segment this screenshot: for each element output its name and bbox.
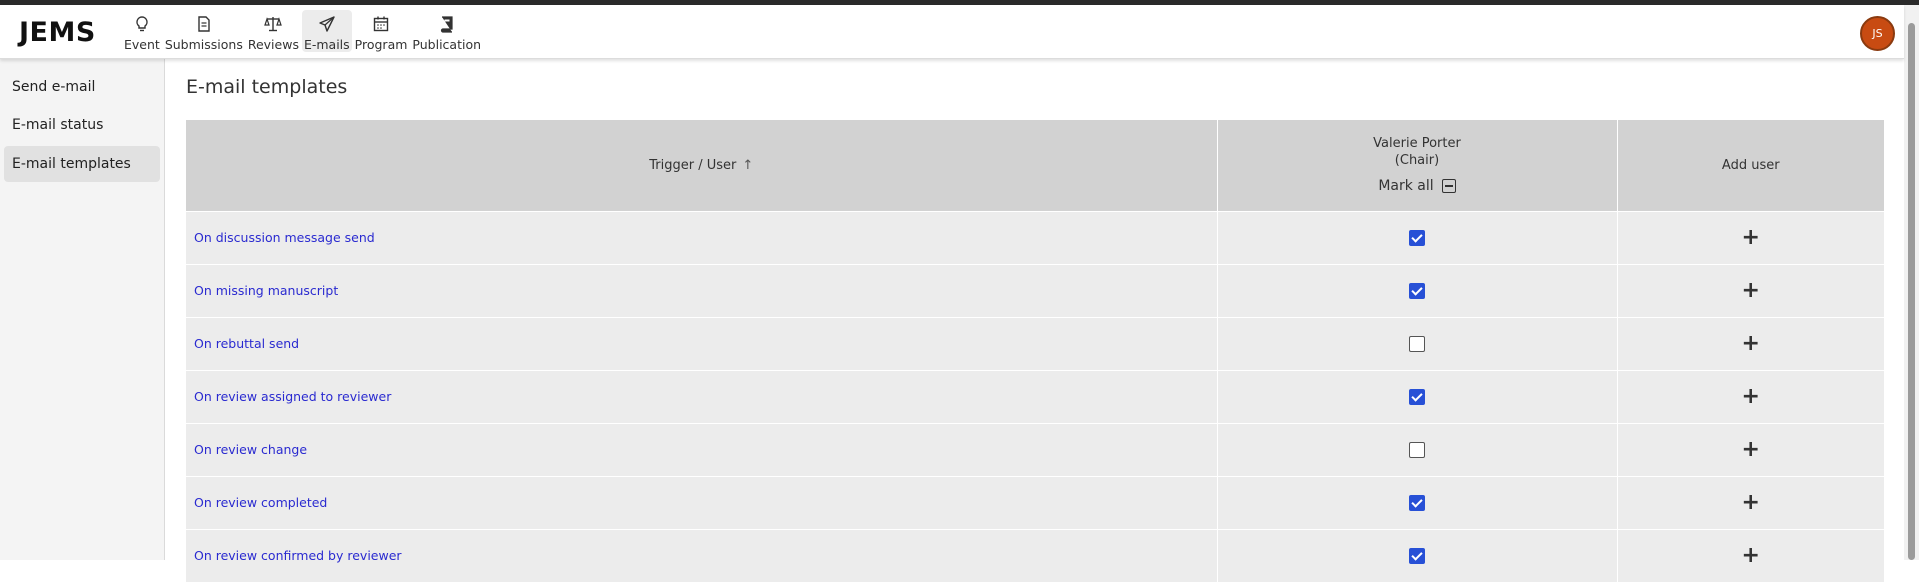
book-icon — [440, 16, 453, 33]
checkbox-checked[interactable] — [1409, 282, 1425, 299]
trigger-link[interactable]: On missing manuscript — [186, 263, 1218, 317]
document-icon — [198, 16, 210, 32]
scrollbar-thumb[interactable] — [1908, 23, 1915, 560]
sort-ascending-icon[interactable]: ↑ — [742, 158, 753, 173]
sidebar-item-send-email[interactable]: Send e-mail — [4, 69, 160, 105]
plus-icon[interactable]: + — [1742, 385, 1760, 408]
trigger-user-column-header[interactable]: Trigger / User ↑ — [186, 120, 1218, 211]
trigger-user-header-label: Trigger / User — [649, 157, 737, 173]
plus-icon[interactable]: + — [1742, 438, 1760, 461]
calendar-icon — [373, 16, 389, 32]
plus-icon[interactable]: + — [1742, 332, 1760, 355]
table-row: On review assigned to reviewer + — [186, 369, 1884, 423]
checkbox-checked[interactable] — [1409, 229, 1425, 246]
trigger-link[interactable]: On review change — [186, 422, 1218, 476]
plus-icon[interactable]: + — [1742, 279, 1760, 302]
app-logo[interactable]: JEMS — [19, 17, 96, 48]
sidebar-item-email-templates[interactable]: E-mail templates — [4, 146, 160, 182]
add-cell: + — [1617, 369, 1884, 423]
plus-icon[interactable]: + — [1742, 544, 1760, 567]
table-row: On review completed + — [186, 475, 1884, 529]
trigger-link[interactable]: On review confirmed by reviewer — [186, 528, 1218, 582]
trigger-link[interactable]: On review completed — [186, 475, 1218, 529]
nav-item-submissions[interactable]: Submissions — [163, 10, 245, 52]
page-title: E-mail templates — [186, 76, 348, 98]
table-row: On review confirmed by reviewer + — [186, 528, 1884, 582]
checkbox-cell — [1217, 210, 1618, 264]
nav-label: Reviews — [247, 37, 299, 52]
mark-all-label: Mark all — [1378, 178, 1434, 195]
trigger-link[interactable]: On review assigned to reviewer — [186, 369, 1218, 423]
add-cell: + — [1617, 475, 1884, 529]
table-row: On discussion message send + — [186, 210, 1884, 264]
nav-item-event[interactable]: Event — [122, 10, 162, 52]
table-row: On missing manuscript + — [186, 263, 1884, 317]
main-nav: Event Submissions Reviews E-mails Progra… — [122, 10, 484, 52]
table-row: On review change + — [186, 422, 1884, 476]
checkbox-cell — [1217, 475, 1618, 529]
checkbox-cell — [1217, 263, 1618, 317]
add-cell: + — [1617, 263, 1884, 317]
indeterminate-checkbox-icon[interactable] — [1441, 179, 1456, 194]
user-name: Valerie Porter — [1373, 136, 1461, 152]
checkbox-unchecked[interactable] — [1409, 335, 1425, 352]
nav-item-reviews[interactable]: Reviews — [246, 10, 301, 52]
checkbox-cell — [1217, 369, 1618, 423]
add-cell: + — [1617, 422, 1884, 476]
add-user-column-header: Add user — [1617, 120, 1884, 211]
checkbox-unchecked[interactable] — [1409, 441, 1425, 458]
nav-label: Program — [354, 37, 408, 52]
add-cell: + — [1617, 528, 1884, 582]
checkbox-checked[interactable] — [1409, 494, 1425, 511]
top-navigation-bar: JEMS Event Submissions Reviews E-mails P… — [0, 5, 1904, 59]
lightbulb-icon — [136, 16, 148, 32]
nav-item-publication[interactable]: Publication — [410, 10, 483, 52]
email-templates-table: Trigger / User ↑ Valerie Porter (Chair) M… — [186, 120, 1884, 582]
user-role: (Chair) — [1394, 153, 1440, 169]
nav-label: Publication — [412, 37, 482, 52]
checkbox-checked[interactable] — [1409, 388, 1425, 405]
user-avatar[interactable]: JS — [1860, 16, 1895, 51]
mark-all-toggle[interactable]: Mark all — [1378, 178, 1456, 195]
add-cell: + — [1617, 316, 1884, 370]
nav-item-program[interactable]: Program — [353, 10, 410, 52]
checkbox-cell — [1217, 316, 1618, 370]
trigger-link[interactable]: On discussion message send — [186, 210, 1218, 264]
scale-icon — [264, 17, 283, 32]
plus-icon[interactable]: + — [1742, 491, 1760, 514]
nav-item-emails[interactable]: E-mails — [301, 10, 352, 52]
nav-label: E-mails — [303, 37, 350, 52]
plus-icon[interactable]: + — [1742, 226, 1760, 249]
trigger-link[interactable]: On rebuttal send — [186, 316, 1218, 370]
table-row: On rebuttal send + — [186, 316, 1884, 370]
sidebar-item-email-status[interactable]: E-mail status — [4, 107, 160, 143]
nav-label: Submissions — [164, 37, 243, 52]
add-cell: + — [1617, 210, 1884, 264]
paper-plane-icon — [319, 16, 335, 32]
checkbox-cell — [1217, 422, 1618, 476]
sidebar: Send e-mail E-mail status E-mail templat… — [0, 59, 165, 560]
checkbox-checked[interactable] — [1409, 548, 1425, 564]
vertical-scrollbar[interactable] — [1904, 5, 1919, 560]
user-column-header: Valerie Porter (Chair) Mark all — [1217, 120, 1618, 211]
table-header-row: Trigger / User ↑ Valerie Porter (Chair) M… — [186, 120, 1884, 211]
checkbox-cell — [1217, 528, 1618, 582]
nav-label: Event — [124, 37, 160, 52]
